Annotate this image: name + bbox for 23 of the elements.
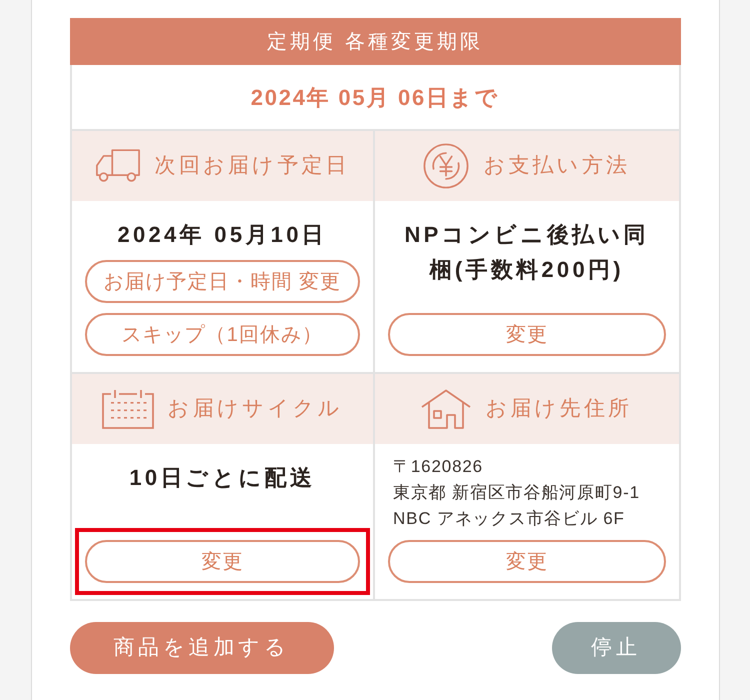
- section-value: 2024年 05月10日: [117, 221, 328, 249]
- section-value: 10日ごとに配送: [129, 464, 316, 492]
- section-title: お支払い方法: [483, 153, 630, 180]
- address-line: NBC アネックス市谷ビル 6F: [393, 508, 626, 530]
- deadline-date: 2024年 05月 06日まで: [250, 84, 500, 112]
- secondary-button[interactable]: 停止: [552, 622, 680, 674]
- address-line: 東京都 新宿区市谷船河原町9-1: [393, 482, 641, 504]
- address-line: 〒1620826: [393, 456, 484, 478]
- house-icon: [421, 389, 472, 429]
- outline-button[interactable]: 変更: [388, 540, 666, 583]
- primary-button[interactable]: 商品を追加する: [70, 622, 334, 674]
- outline-button[interactable]: スキップ（1回休み）: [84, 313, 360, 356]
- outline-button[interactable]: 変更: [84, 540, 360, 583]
- outline-button[interactable]: 変更: [388, 313, 666, 356]
- yen-coin-icon: [423, 143, 470, 189]
- section-value: NPコンビニ後払い同梱(手数料200円): [403, 221, 650, 284]
- deadline-banner: 定期便 各種変更期限: [70, 18, 680, 65]
- calendar-icon: [102, 389, 154, 429]
- section-title: お届けサイクル: [168, 396, 343, 422]
- outline-button[interactable]: お届け予定日・時間 変更: [84, 260, 360, 303]
- section-title: 次回お届け予定日: [154, 153, 350, 180]
- section-title: お届け先住所: [485, 396, 632, 422]
- truck-icon: [94, 148, 141, 184]
